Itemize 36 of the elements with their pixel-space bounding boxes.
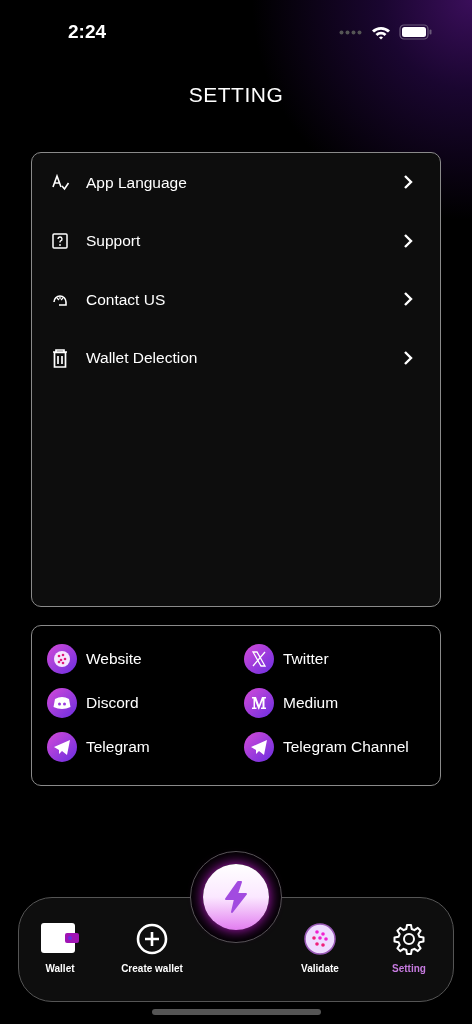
social-link[interactable]: Medium bbox=[244, 688, 440, 718]
tab-bar-item[interactable]: Setting bbox=[369, 923, 449, 976]
chevron-right-icon[interactable] bbox=[402, 291, 414, 308]
tab-bar-item[interactable]: Validate bbox=[280, 923, 360, 976]
status-time: 2:24 bbox=[68, 19, 107, 44]
social-link[interactable]: Website bbox=[47, 644, 244, 674]
discord-icon bbox=[47, 688, 77, 718]
wifi-icon bbox=[371, 24, 391, 40]
social-link[interactable]: Telegram Channel bbox=[244, 732, 440, 762]
paper-plane-icon bbox=[47, 732, 77, 762]
signal-icon bbox=[339, 29, 363, 35]
chevron-right-icon[interactable] bbox=[402, 232, 414, 249]
paper-plane-icon bbox=[244, 732, 274, 762]
dots-icon bbox=[304, 923, 336, 955]
social-link[interactable]: Discord bbox=[47, 688, 244, 718]
settings-item[interactable]: Wallet Delection bbox=[86, 346, 402, 370]
chevron-right-icon[interactable] bbox=[402, 174, 414, 191]
x-icon bbox=[244, 644, 274, 674]
help-icon bbox=[50, 230, 70, 251]
language-icon bbox=[50, 172, 70, 193]
battery-icon bbox=[399, 24, 432, 40]
dots-icon bbox=[47, 644, 77, 674]
settings-item[interactable]: App Language bbox=[86, 170, 402, 194]
social-link[interactable]: Telegram bbox=[47, 732, 244, 762]
settings-item[interactable]: Contact US bbox=[86, 287, 402, 311]
settings-item[interactable]: Support bbox=[86, 229, 402, 253]
chevron-right-icon[interactable] bbox=[402, 349, 414, 366]
wallet-icon bbox=[41, 923, 79, 955]
page-title: SETTING bbox=[188, 82, 284, 109]
tab-bar-item[interactable]: Create wallet bbox=[112, 923, 192, 976]
tab-bar-item[interactable]: Wallet bbox=[20, 923, 100, 976]
trash-icon bbox=[50, 347, 70, 368]
medium-icon bbox=[244, 688, 274, 718]
settings-icon bbox=[393, 923, 425, 955]
plus-icon bbox=[136, 923, 168, 955]
social-link[interactable]: Twitter bbox=[244, 644, 440, 674]
